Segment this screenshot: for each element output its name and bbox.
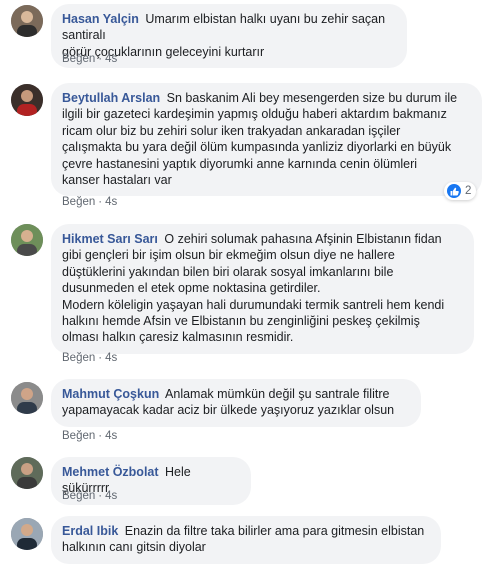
reaction-summary[interactable]: 2 [444, 182, 477, 200]
like-button[interactable]: Beğen [62, 196, 95, 208]
comment-time[interactable]: 4s [105, 430, 117, 442]
comment-time[interactable]: 4s [105, 352, 117, 364]
separator: · [98, 53, 103, 65]
comment-time[interactable]: 4s [105, 490, 117, 502]
comment-text: O zehiri solumak pahasına Afşinin Elbist… [62, 232, 445, 345]
avatar[interactable] [11, 382, 43, 414]
comment-actions: Beğen · 4s [62, 196, 117, 208]
comment-time[interactable]: 4s [105, 53, 117, 65]
commenter-name[interactable]: Mahmut Çoşkun [62, 387, 159, 401]
separator: · [98, 430, 103, 442]
comment-bubble: Mahmut Çoşkun Anlamak mümkün değil şu sa… [51, 379, 421, 427]
commenter-name[interactable]: Mehmet Özbolat [62, 465, 159, 479]
comment-actions: Beğen · 4s [62, 430, 117, 442]
avatar[interactable] [11, 224, 43, 256]
comment-text: Sn baskanim Ali bey mesengerden size bu … [62, 91, 458, 188]
avatar[interactable] [11, 457, 43, 489]
commenter-name[interactable]: Hikmet Sarı Sarı [62, 232, 158, 246]
like-button[interactable]: Beğen [62, 53, 95, 65]
like-button[interactable]: Beğen [62, 352, 95, 364]
avatar[interactable] [11, 518, 43, 550]
separator: · [98, 352, 103, 364]
comment-actions: Beğen · 4s [62, 352, 117, 364]
comment-actions: Beğen · 4s [62, 53, 117, 65]
commenter-name[interactable]: Erdal Ibik [62, 524, 118, 538]
separator: · [98, 196, 103, 208]
comment-bubble: Erdal Ibik Enazin da filtre taka bilirle… [51, 516, 441, 564]
comment-bubble: Beytullah Arslan Sn baskanim Ali bey mes… [51, 83, 482, 197]
comment-actions: Beğen · 4s [62, 490, 117, 502]
commenter-name[interactable]: Beytullah Arslan [62, 91, 160, 105]
like-button[interactable]: Beğen [62, 430, 95, 442]
separator: · [98, 490, 103, 502]
like-button[interactable]: Beğen [62, 490, 95, 502]
commenter-name[interactable]: Hasan Yalçin [62, 12, 139, 26]
reaction-count: 2 [465, 185, 472, 197]
avatar[interactable] [11, 5, 43, 37]
comment-bubble: Hikmet Sarı Sarı O zehiri solumak pahası… [51, 224, 474, 354]
like-reaction-icon [447, 184, 461, 198]
avatar[interactable] [11, 84, 43, 116]
comment-time[interactable]: 4s [105, 196, 117, 208]
